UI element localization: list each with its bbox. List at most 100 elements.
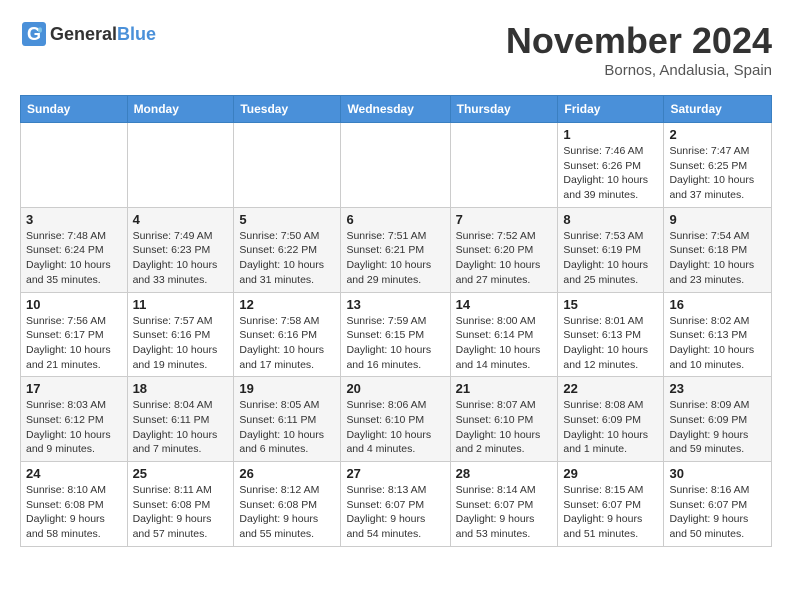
day-info: Sunrise: 8:09 AM Sunset: 6:09 PM Dayligh…	[669, 398, 766, 457]
column-header-monday: Monday	[127, 96, 234, 123]
calendar-subtitle: Bornos, Andalusia, Spain	[506, 62, 772, 79]
calendar-cell	[450, 123, 558, 208]
day-number: 8	[563, 212, 658, 227]
calendar-cell: 16 Sunrise: 8:02 AM Sunset: 6:13 PM Dayli…	[664, 292, 772, 377]
day-number: 12	[239, 297, 335, 312]
calendar-cell: 29 Sunrise: 8:15 AM Sunset: 6:07 PM Dayli…	[558, 462, 664, 547]
calendar-cell	[127, 123, 234, 208]
day-info: Sunrise: 8:16 AM Sunset: 6:07 PM Dayligh…	[669, 483, 766, 542]
day-info: Sunrise: 8:13 AM Sunset: 6:07 PM Dayligh…	[346, 483, 444, 542]
logo-blue-text: Blue	[117, 24, 156, 44]
day-info: Sunrise: 8:06 AM Sunset: 6:10 PM Dayligh…	[346, 398, 444, 457]
logo-icon: G	[20, 20, 48, 48]
calendar-cell: 7 Sunrise: 7:52 AM Sunset: 6:20 PM Daylig…	[450, 207, 558, 292]
day-number: 18	[133, 381, 229, 396]
calendar-cell: 24 Sunrise: 8:10 AM Sunset: 6:08 PM Dayli…	[21, 462, 128, 547]
calendar-title: November 2024	[506, 20, 772, 62]
day-info: Sunrise: 7:46 AM Sunset: 6:26 PM Dayligh…	[563, 144, 658, 203]
day-number: 13	[346, 297, 444, 312]
day-info: Sunrise: 7:53 AM Sunset: 6:19 PM Dayligh…	[563, 229, 658, 288]
day-info: Sunrise: 8:10 AM Sunset: 6:08 PM Dayligh…	[26, 483, 122, 542]
day-info: Sunrise: 8:01 AM Sunset: 6:13 PM Dayligh…	[563, 314, 658, 373]
calendar-cell: 11 Sunrise: 7:57 AM Sunset: 6:16 PM Dayli…	[127, 292, 234, 377]
day-number: 26	[239, 466, 335, 481]
calendar-cell: 1 Sunrise: 7:46 AM Sunset: 6:26 PM Daylig…	[558, 123, 664, 208]
day-info: Sunrise: 8:11 AM Sunset: 6:08 PM Dayligh…	[133, 483, 229, 542]
day-info: Sunrise: 7:49 AM Sunset: 6:23 PM Dayligh…	[133, 229, 229, 288]
day-number: 14	[456, 297, 553, 312]
title-section: November 2024 Bornos, Andalusia, Spain	[506, 20, 772, 79]
day-number: 22	[563, 381, 658, 396]
day-info: Sunrise: 7:58 AM Sunset: 6:16 PM Dayligh…	[239, 314, 335, 373]
day-number: 15	[563, 297, 658, 312]
calendar-cell: 14 Sunrise: 8:00 AM Sunset: 6:14 PM Dayli…	[450, 292, 558, 377]
day-number: 5	[239, 212, 335, 227]
calendar-cell	[234, 123, 341, 208]
day-number: 11	[133, 297, 229, 312]
day-number: 2	[669, 127, 766, 142]
day-number: 27	[346, 466, 444, 481]
calendar-cell: 30 Sunrise: 8:16 AM Sunset: 6:07 PM Dayli…	[664, 462, 772, 547]
day-info: Sunrise: 7:56 AM Sunset: 6:17 PM Dayligh…	[26, 314, 122, 373]
day-info: Sunrise: 8:00 AM Sunset: 6:14 PM Dayligh…	[456, 314, 553, 373]
calendar-cell	[341, 123, 450, 208]
day-number: 1	[563, 127, 658, 142]
calendar-cell: 3 Sunrise: 7:48 AM Sunset: 6:24 PM Daylig…	[21, 207, 128, 292]
day-info: Sunrise: 8:14 AM Sunset: 6:07 PM Dayligh…	[456, 483, 553, 542]
calendar-cell: 15 Sunrise: 8:01 AM Sunset: 6:13 PM Dayli…	[558, 292, 664, 377]
day-number: 28	[456, 466, 553, 481]
logo: G GeneralBlue	[20, 20, 156, 48]
day-number: 9	[669, 212, 766, 227]
day-info: Sunrise: 7:52 AM Sunset: 6:20 PM Dayligh…	[456, 229, 553, 288]
day-info: Sunrise: 7:50 AM Sunset: 6:22 PM Dayligh…	[239, 229, 335, 288]
day-info: Sunrise: 7:54 AM Sunset: 6:18 PM Dayligh…	[669, 229, 766, 288]
day-number: 20	[346, 381, 444, 396]
svg-text:G: G	[27, 24, 41, 44]
calendar-cell: 27 Sunrise: 8:13 AM Sunset: 6:07 PM Dayli…	[341, 462, 450, 547]
column-header-saturday: Saturday	[664, 96, 772, 123]
column-header-thursday: Thursday	[450, 96, 558, 123]
day-number: 7	[456, 212, 553, 227]
column-header-wednesday: Wednesday	[341, 96, 450, 123]
day-number: 19	[239, 381, 335, 396]
calendar-cell: 12 Sunrise: 7:58 AM Sunset: 6:16 PM Dayli…	[234, 292, 341, 377]
day-info: Sunrise: 8:02 AM Sunset: 6:13 PM Dayligh…	[669, 314, 766, 373]
day-info: Sunrise: 8:05 AM Sunset: 6:11 PM Dayligh…	[239, 398, 335, 457]
day-info: Sunrise: 8:15 AM Sunset: 6:07 PM Dayligh…	[563, 483, 658, 542]
column-header-tuesday: Tuesday	[234, 96, 341, 123]
calendar-cell: 23 Sunrise: 8:09 AM Sunset: 6:09 PM Dayli…	[664, 377, 772, 462]
calendar-cell: 10Sunrise: 7:56 AM Sunset: 6:17 PM Dayli…	[21, 292, 128, 377]
day-number: 24	[26, 466, 122, 481]
calendar-cell: 5 Sunrise: 7:50 AM Sunset: 6:22 PM Daylig…	[234, 207, 341, 292]
day-info: Sunrise: 8:03 AM Sunset: 6:12 PM Dayligh…	[26, 398, 122, 457]
calendar-cell: 21Sunrise: 8:07 AM Sunset: 6:10 PM Dayli…	[450, 377, 558, 462]
calendar-cell: 8 Sunrise: 7:53 AM Sunset: 6:19 PM Daylig…	[558, 207, 664, 292]
calendar-cell: 9 Sunrise: 7:54 AM Sunset: 6:18 PM Daylig…	[664, 207, 772, 292]
day-info: Sunrise: 8:07 AM Sunset: 6:10 PM Dayligh…	[456, 398, 553, 457]
day-info: Sunrise: 8:08 AM Sunset: 6:09 PM Dayligh…	[563, 398, 658, 457]
day-info: Sunrise: 8:04 AM Sunset: 6:11 PM Dayligh…	[133, 398, 229, 457]
day-number: 16	[669, 297, 766, 312]
calendar-cell: 19 Sunrise: 8:05 AM Sunset: 6:11 PM Dayli…	[234, 377, 341, 462]
calendar-cell: 20 Sunrise: 8:06 AM Sunset: 6:10 PM Dayli…	[341, 377, 450, 462]
day-number: 29	[563, 466, 658, 481]
column-header-friday: Friday	[558, 96, 664, 123]
day-number: 6	[346, 212, 444, 227]
day-number: 25	[133, 466, 229, 481]
column-header-sunday: Sunday	[21, 96, 128, 123]
day-info: Sunrise: 7:59 AM Sunset: 6:15 PM Dayligh…	[346, 314, 444, 373]
day-info: Sunrise: 7:48 AM Sunset: 6:24 PM Dayligh…	[26, 229, 122, 288]
calendar-cell: 2 Sunrise: 7:47 AM Sunset: 6:25 PM Daylig…	[664, 123, 772, 208]
calendar-cell: 6 Sunrise: 7:51 AM Sunset: 6:21 PM Daylig…	[341, 207, 450, 292]
calendar-cell: 28 Sunrise: 8:14 AM Sunset: 6:07 PM Dayli…	[450, 462, 558, 547]
day-number: 23	[669, 381, 766, 396]
calendar-cell	[21, 123, 128, 208]
day-info: Sunrise: 7:57 AM Sunset: 6:16 PM Dayligh…	[133, 314, 229, 373]
day-number: 30	[669, 466, 766, 481]
calendar-cell: 13 Sunrise: 7:59 AM Sunset: 6:15 PM Dayli…	[341, 292, 450, 377]
day-info: Sunrise: 7:51 AM Sunset: 6:21 PM Dayligh…	[346, 229, 444, 288]
day-number: 17	[26, 381, 122, 396]
day-info: Sunrise: 7:47 AM Sunset: 6:25 PM Dayligh…	[669, 144, 766, 203]
day-number: 3	[26, 212, 122, 227]
calendar-cell: 26Sunrise: 8:12 AM Sunset: 6:08 PM Dayli…	[234, 462, 341, 547]
